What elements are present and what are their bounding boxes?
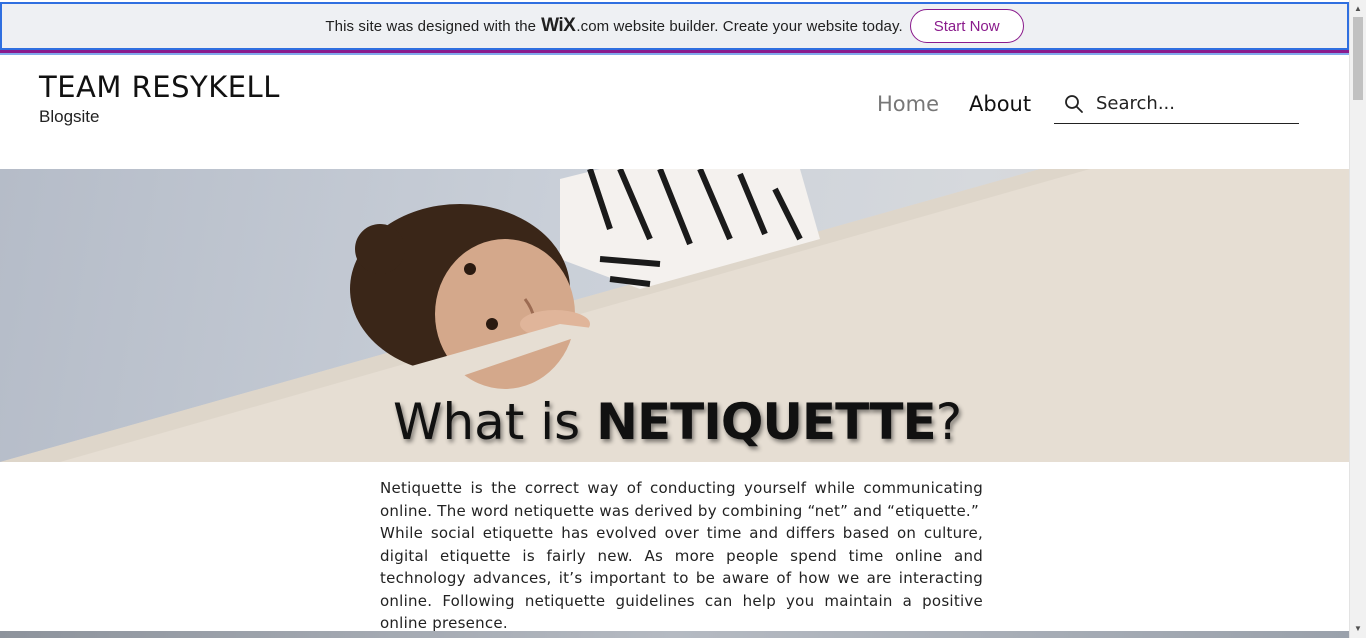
wix-promo-banner: This site was designed with the WiX .com… xyxy=(0,2,1349,50)
scroll-down-arrow-icon[interactable]: ▼ xyxy=(1354,625,1362,633)
search-icon[interactable] xyxy=(1064,94,1084,114)
hero-title-emphasis: NETIQUETTE xyxy=(596,393,936,451)
banner-text: This site was designed with the WiX .com… xyxy=(325,15,902,37)
search-bar xyxy=(1054,84,1299,124)
article-body: Netiquette is the correct way of conduct… xyxy=(380,477,983,635)
hero-title-prefix: What is xyxy=(393,393,597,451)
page-scrollbar[interactable]: ▲ ▼ xyxy=(1349,0,1366,638)
banner-text-after: .com website builder. Create your websit… xyxy=(576,18,903,35)
scroll-thumb[interactable] xyxy=(1353,17,1363,100)
hero-title-suffix: ? xyxy=(935,393,963,451)
article-paragraph: While social etiquette has evolved over … xyxy=(380,524,983,632)
main-nav: Home About xyxy=(877,92,1031,116)
start-now-button[interactable]: Start Now xyxy=(909,9,1024,43)
site-title[interactable]: TEAM RESYKELL xyxy=(39,70,280,104)
banner-divider-secondary xyxy=(0,53,1349,55)
search-input[interactable] xyxy=(1094,92,1288,115)
site-subtitle: Blogsite xyxy=(39,107,100,126)
banner-text-before: This site was designed with the xyxy=(325,18,537,35)
wix-logo: WiX xyxy=(541,15,576,36)
nav-about[interactable]: About xyxy=(969,92,1031,116)
next-section-preview xyxy=(0,631,1349,638)
hero-title: What is NETIQUETTE? xyxy=(393,393,962,451)
nav-home[interactable]: Home xyxy=(877,92,939,116)
article-paragraph: Netiquette is the correct way of conduct… xyxy=(380,479,983,520)
scroll-up-arrow-icon[interactable]: ▲ xyxy=(1354,5,1362,13)
